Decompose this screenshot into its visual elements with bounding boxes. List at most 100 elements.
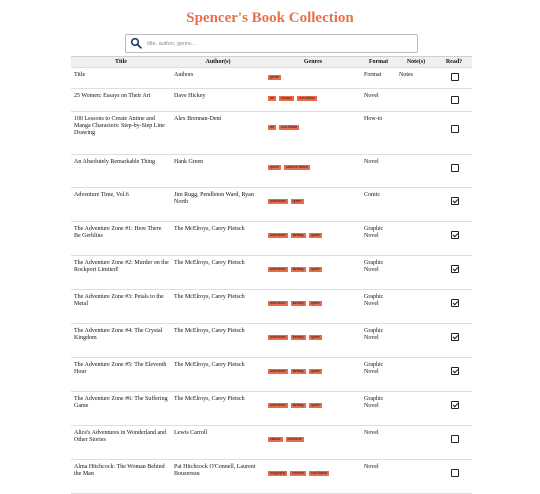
- book-genres-cell: adventure fantasy queer: [265, 221, 361, 256]
- book-notes-cell: [396, 459, 436, 494]
- book-title-cell: 100 Lessons to Create Anime and Manga Ch…: [71, 111, 171, 155]
- book-authors-cell: Dave Hickey: [171, 88, 265, 112]
- genre-tag[interactable]: queer: [308, 267, 322, 272]
- read-checkbox[interactable]: [450, 299, 459, 307]
- book-format-cell: Format: [361, 67, 396, 89]
- book-authors-cell: The McElroys, Carey Pietsch: [171, 255, 265, 290]
- book-format-cell: Graphic Novel: [361, 357, 396, 392]
- column-header-authors[interactable]: Author(s): [171, 56, 265, 68]
- book-genres-cell: adventure fantasy queer: [265, 357, 361, 392]
- search-input[interactable]: [143, 35, 413, 52]
- book-format-cell: How-to: [361, 111, 396, 155]
- book-authors-cell: The McElroys, Carey Pietsch: [171, 323, 265, 358]
- book-format-cell: Novel: [361, 459, 396, 494]
- read-checkbox[interactable]: [450, 265, 459, 273]
- table-row: The Adventure Zone #4: The Crystal Kingd…: [71, 323, 472, 358]
- book-read-cell: [436, 391, 472, 426]
- column-header-genres[interactable]: Genres: [265, 56, 361, 68]
- book-title-cell: Title: [71, 67, 171, 89]
- genre-tag[interactable]: queer: [308, 301, 322, 306]
- genre-tag[interactable]: adventure: [268, 301, 288, 306]
- book-authors-cell: The McElroys, Carey Pietsch: [171, 357, 265, 392]
- search-bar[interactable]: [125, 34, 418, 53]
- book-read-cell: [436, 154, 472, 188]
- read-checkbox[interactable]: [450, 197, 459, 205]
- genre-tag[interactable]: queer: [308, 369, 322, 374]
- book-title-cell: Adventure Time, Vol.6: [71, 187, 171, 222]
- read-checkbox[interactable]: [450, 125, 459, 133]
- book-format-cell: Graphic Novel: [361, 391, 396, 426]
- book-title-cell: Alma Hitchcock: The Woman Behind the Man: [71, 459, 171, 494]
- read-checkbox[interactable]: [450, 469, 459, 477]
- genre-tag[interactable]: fantasy: [290, 403, 306, 408]
- book-read-cell: [436, 187, 472, 222]
- genre-tag[interactable]: queer: [290, 199, 304, 204]
- genre-tag[interactable]: adventure: [268, 369, 288, 374]
- book-table: Title Author(s) Genres Format Note(s) Re…: [71, 56, 472, 494]
- book-read-cell: [436, 221, 472, 256]
- book-title-cell: The Adventure Zone #5: The Eleventh Hour: [71, 357, 171, 392]
- genre-tag[interactable]: adventure: [268, 233, 288, 238]
- genre-tag[interactable]: queer: [308, 233, 322, 238]
- book-genres-cell: adventure queer: [265, 187, 361, 222]
- book-format-cell: Comic: [361, 187, 396, 222]
- table-row: The Adventure Zone #3: Petals to the Met…: [71, 289, 472, 324]
- book-authors-cell: The McElroys, Carey Pietsch: [171, 289, 265, 324]
- table-row: The Adventure Zone #5: The Eleventh Hour…: [71, 357, 472, 392]
- genre-tag[interactable]: art: [268, 125, 277, 130]
- table-row: Alma Hitchcock: The Woman Behind the Man…: [71, 459, 472, 494]
- book-notes-cell: Notes: [396, 67, 436, 89]
- column-header-read[interactable]: Read?: [436, 56, 472, 68]
- genre-tag[interactable]: genre: [268, 75, 281, 80]
- read-checkbox[interactable]: [450, 96, 459, 104]
- book-genres-cell: adventure fantasy queer: [265, 323, 361, 358]
- genre-tag[interactable]: non-fiction: [297, 96, 318, 101]
- genre-tag[interactable]: non-fiction: [279, 125, 300, 130]
- genre-tag[interactable]: queer: [268, 165, 281, 170]
- genre-tag[interactable]: non-fiction: [309, 471, 330, 476]
- genre-tag[interactable]: essays: [279, 96, 294, 101]
- book-read-cell: [436, 425, 472, 460]
- column-header-title[interactable]: Title: [71, 56, 171, 68]
- book-authors-cell: Jim Rugg, Pendleton Ward, Ryan North: [171, 187, 265, 222]
- book-title-cell: 25 Women: Essays on Their Art: [71, 88, 171, 112]
- genre-tag[interactable]: art: [268, 96, 277, 101]
- column-header-format[interactable]: Format: [361, 56, 396, 68]
- read-checkbox[interactable]: [450, 73, 459, 81]
- genre-tag[interactable]: science fiction: [283, 165, 310, 170]
- genre-tag[interactable]: adventure: [268, 335, 288, 340]
- genre-tag[interactable]: fantasy: [290, 335, 306, 340]
- book-format-cell: Graphic Novel: [361, 323, 396, 358]
- genre-tag[interactable]: classic: [268, 437, 283, 442]
- genre-tag[interactable]: fantasy: [290, 233, 306, 238]
- read-checkbox[interactable]: [450, 401, 459, 409]
- genre-tag[interactable]: adventure: [268, 403, 288, 408]
- table-row: An Absolutely Remarkable Thing Hank Green…: [71, 154, 472, 188]
- book-title-cell: The Adventure Zone #3: Petals to the Met…: [71, 289, 171, 324]
- genre-tag[interactable]: fantasy: [290, 369, 306, 374]
- book-genres-cell: classic childrens: [265, 425, 361, 460]
- book-read-cell: [436, 459, 472, 494]
- column-header-notes[interactable]: Note(s): [396, 56, 436, 68]
- genre-tag[interactable]: childrens: [285, 437, 304, 442]
- genre-tag[interactable]: queer: [308, 403, 322, 408]
- book-genres-cell: adventure fantasy queer: [265, 289, 361, 324]
- genre-tag[interactable]: fantasy: [290, 301, 306, 306]
- genre-tag[interactable]: adventure: [268, 199, 288, 204]
- read-checkbox[interactable]: [450, 231, 459, 239]
- read-checkbox[interactable]: [450, 367, 459, 375]
- read-checkbox[interactable]: [450, 333, 459, 341]
- book-genres-cell: art essays non-fiction: [265, 88, 361, 112]
- genre-tag[interactable]: biography: [268, 471, 288, 476]
- genre-tag[interactable]: memoir: [290, 471, 307, 476]
- book-read-cell: [436, 67, 472, 89]
- book-title-cell: The Adventure Zone #1: Here There Be Ger…: [71, 221, 171, 256]
- genre-tag[interactable]: adventure: [268, 267, 288, 272]
- book-read-cell: [436, 357, 472, 392]
- read-checkbox[interactable]: [450, 435, 459, 443]
- genre-tag[interactable]: fantasy: [290, 267, 306, 272]
- book-notes-cell: [396, 154, 436, 188]
- genre-tag[interactable]: queer: [308, 335, 322, 340]
- book-title-cell: Alice's Adventures in Wonderland and Oth…: [71, 425, 171, 460]
- read-checkbox[interactable]: [450, 164, 459, 172]
